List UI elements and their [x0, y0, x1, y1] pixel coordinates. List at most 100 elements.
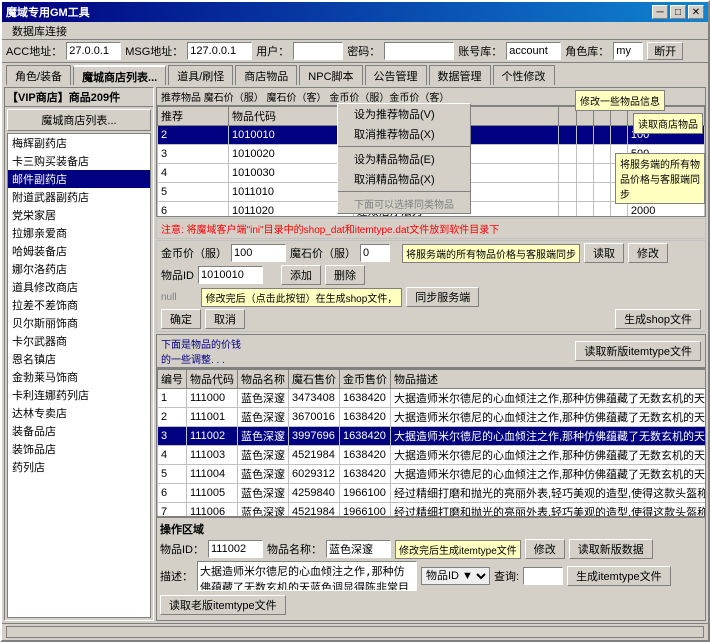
tab-role-equip[interactable]: 角色/装备 [6, 65, 71, 85]
cell-name: 蓝色深邃 [238, 503, 289, 518]
modify-button[interactable]: 修改 [628, 243, 668, 263]
op-read-old-button[interactable]: 读取老版itemtype文件 [160, 595, 286, 615]
window-title: 魔域专用GM工具 [6, 4, 90, 20]
shop-list[interactable]: 梅辉副药店 卡三购买装备店 邮件副药店 附道武器副药店 党栄家居 拉娜亲爱商 哈… [7, 133, 151, 618]
op-desc-textarea[interactable]: 大据造师米尔德尼的心血倾注之作,那种仿佛蕴藏了无数玄机的天蓝色调显得陈非常目备, [197, 561, 417, 591]
msg-input[interactable] [187, 42, 252, 60]
disconnect-button[interactable]: 断开 [647, 42, 683, 60]
cell [593, 126, 610, 145]
acc-label: ACC地址： [6, 43, 62, 59]
table-row[interactable]: 7 111006 蓝色深邃 4521984 1966100 经过精细打磨和抛光的… [158, 503, 707, 518]
tab-personal[interactable]: 个性修改 [493, 65, 555, 85]
tooltip-read-shop: 读取商店物品 [633, 113, 703, 134]
list-item[interactable]: 药列店 [8, 458, 150, 476]
tab-shop-item[interactable]: 商店物品 [235, 65, 297, 85]
list-item[interactable]: 卡尔武器商 [8, 332, 150, 350]
tab-shop-list[interactable]: 魔城商店列表... [73, 65, 166, 85]
title-bar: 魔域专用GM工具 ─ □ ✕ [2, 2, 708, 22]
cell-name: 蓝色深邃 [238, 389, 289, 408]
op-read-new-button[interactable]: 读取新版数据 [569, 539, 653, 559]
op-query-label: 查询: [494, 568, 519, 584]
op-modify-button[interactable]: 修改 [525, 539, 565, 559]
list-item[interactable]: 党栄家居 [8, 206, 150, 224]
add-button[interactable]: 添加 [281, 265, 321, 285]
item-id-input[interactable] [198, 266, 263, 284]
cell-name: 蓝色深邃 [238, 408, 289, 427]
table-row[interactable]: 2 111001 蓝色深邃 3670016 1638420 大据造师米尔德尼的心… [158, 408, 707, 427]
list-item[interactable]: 金勃莱马饰商 [8, 368, 150, 386]
menu-database[interactable]: 数据库连接 [6, 22, 73, 40]
red-note: 注意: 将魔域客户端"ini"目录中的shop_dat和itemtype.dat… [156, 218, 706, 239]
context-note: 下面可以选择同类物品 [338, 194, 470, 213]
list-item[interactable]: 贝尔斯丽饰商 [8, 314, 150, 332]
op-generate-itemtype-button[interactable]: 生成itemtype文件 [567, 566, 671, 586]
context-menu: 设为推荐物品(V) 取消推荐物品(X) 设为精品物品(E) 取消精品物品(X) … [337, 106, 471, 214]
maximize-button[interactable]: □ [670, 5, 686, 19]
list-item[interactable]: 娜尔洛药店 [8, 260, 150, 278]
read-new-itemtype-button[interactable]: 读取新版itemtype文件 [575, 341, 701, 361]
gold-price-input[interactable] [231, 244, 286, 262]
list-item[interactable]: 恩名镇店 [8, 350, 150, 368]
context-set-recommend[interactable]: 设为推荐物品(V) [338, 106, 470, 124]
list-item[interactable]: 道具修改商店 [8, 278, 150, 296]
list-item[interactable]: 卡利连娜药列店 [8, 386, 150, 404]
tab-data-mgmt[interactable]: 数据管理 [429, 65, 491, 85]
cell: 2 [158, 126, 229, 145]
table-row[interactable]: 1 111000 蓝色深邃 3473408 1638420 大据造师米尔德尼的心… [158, 389, 707, 408]
cell-gold: 1966100 [340, 484, 391, 503]
role-input[interactable] [613, 42, 643, 60]
list-item[interactable]: 卡三购买装备店 [8, 152, 150, 170]
cell [559, 183, 576, 202]
shop-list-button[interactable]: 魔城商店列表... [7, 109, 151, 131]
op-query-input[interactable] [523, 567, 563, 585]
confirm-button[interactable]: 确定 [161, 309, 201, 329]
magic-price-input[interactable] [360, 244, 390, 262]
acc-input[interactable] [66, 42, 121, 60]
generate-shop-button[interactable]: 生成shop文件 [615, 309, 701, 329]
tooltip-modify: 修改一些物品信息 [575, 90, 665, 111]
cell: 1010030 [228, 164, 353, 183]
list-item[interactable]: 装备品店 [8, 422, 150, 440]
db-input[interactable] [506, 42, 561, 60]
list-item[interactable]: 梅辉副药店 [8, 134, 150, 152]
bottom-table-container[interactable]: 编号 物品代码 物品名称 魔石售价 金币售价 物品描述 1 11 [156, 368, 706, 517]
context-cancel-premium[interactable]: 取消精品物品(X) [338, 169, 470, 189]
list-item[interactable]: 达林专卖店 [8, 404, 150, 422]
col-header: 物品代码 [228, 107, 353, 126]
context-set-premium[interactable]: 设为精品物品(E) [338, 149, 470, 169]
cell-desc: 大据造师米尔德尼的心血倾注之作,那种仿佛蕴藏了无数玄机的天蓝色 [391, 446, 707, 465]
op-item-id-input[interactable] [208, 540, 263, 558]
table-row[interactable]: 3 111002 蓝色深邃 3997696 1638420 大据造师米尔德尼的心… [158, 427, 707, 446]
list-item[interactable]: 拉娜亲爱商 [8, 224, 150, 242]
op-desc-label: 描述： [160, 568, 193, 584]
cell-num: 2 [158, 408, 187, 427]
tab-announcement[interactable]: 公告管理 [365, 65, 427, 85]
sync-button[interactable]: 同步服务端 [406, 287, 479, 307]
list-item[interactable]: 附道武器副药店 [8, 188, 150, 206]
bottom-section: 下面是物品的价钱的一些调整. . . 读取新版itemtype文件 编号 物品代… [156, 334, 706, 517]
delete-button[interactable]: 删除 [325, 265, 365, 285]
tab-item-monster[interactable]: 道具/刷怪 [168, 65, 233, 85]
op-item-name-input[interactable] [326, 540, 391, 558]
cancel-button[interactable]: 取消 [205, 309, 245, 329]
list-item[interactable]: 装饰品店 [8, 440, 150, 458]
cell-desc: 经过精细打磨和抛光的亮丽外表,轻巧美观的造型,使得这款头盔称受 [391, 484, 707, 503]
cell-name: 蓝色深邃 [238, 484, 289, 503]
pwd-input[interactable] [384, 42, 454, 60]
role-label: 角色库： [565, 43, 609, 59]
user-input[interactable] [293, 42, 343, 60]
list-item[interactable]: 哈姆装备店 [8, 242, 150, 260]
list-item[interactable]: 拉差不差饰商 [8, 296, 150, 314]
list-item[interactable]: 邮件副药店 [8, 170, 150, 188]
read-button[interactable]: 读取 [584, 243, 624, 263]
table-row[interactable]: 6 111005 蓝色深邃 4259840 1966100 经过精细打磨和抛光的… [158, 484, 707, 503]
close-button[interactable]: ✕ [688, 5, 704, 19]
tab-npc-script[interactable]: NPC脚本 [299, 65, 362, 85]
col-header-code: 物品代码 [187, 370, 238, 389]
table-row[interactable]: 5 111004 蓝色深邃 6029312 1638420 大据造师米尔德尼的心… [158, 465, 707, 484]
context-cancel-recommend[interactable]: 取消推荐物品(X) [338, 124, 470, 144]
cell [559, 145, 576, 164]
minimize-button[interactable]: ─ [652, 5, 668, 19]
table-row[interactable]: 4 111003 蓝色深邃 4521984 1638420 大据造师米尔德尼的心… [158, 446, 707, 465]
op-item-id-dropdown[interactable]: 物品ID ▼ [421, 567, 490, 585]
